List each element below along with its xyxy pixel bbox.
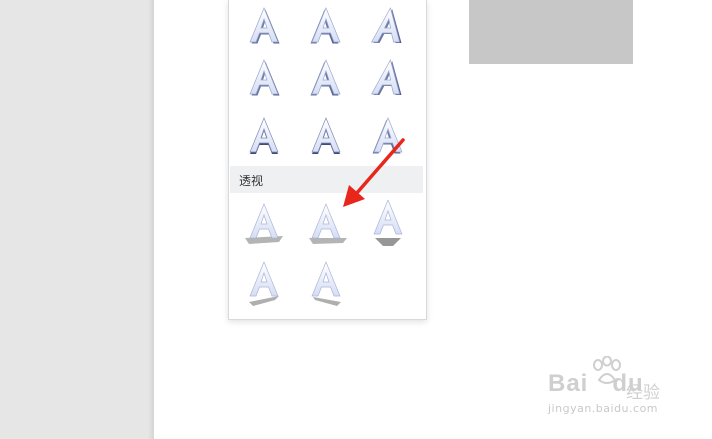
effect-tile[interactable] bbox=[301, 52, 351, 102]
effect-tile[interactable] bbox=[363, 52, 413, 102]
text-effect-gallery: 透视 bbox=[228, 0, 427, 320]
perspective-tile[interactable] bbox=[239, 200, 289, 250]
perspective-tile[interactable] bbox=[239, 260, 289, 310]
perspective-tile[interactable] bbox=[301, 200, 351, 250]
effect-tile[interactable] bbox=[239, 52, 289, 102]
effect-tile[interactable] bbox=[301, 0, 351, 50]
effect-tile[interactable] bbox=[301, 110, 351, 160]
selected-shape[interactable] bbox=[469, 0, 633, 64]
workspace-background bbox=[0, 0, 154, 439]
perspective-tile[interactable] bbox=[301, 260, 351, 310]
effect-tile[interactable] bbox=[239, 0, 289, 50]
effect-tile[interactable] bbox=[363, 110, 413, 160]
effect-tile[interactable] bbox=[239, 110, 289, 160]
section-label: 透视 bbox=[239, 174, 264, 188]
effect-tile[interactable] bbox=[363, 0, 413, 50]
section-header-perspective: 透视 bbox=[230, 166, 423, 193]
perspective-tile[interactable] bbox=[363, 200, 413, 250]
